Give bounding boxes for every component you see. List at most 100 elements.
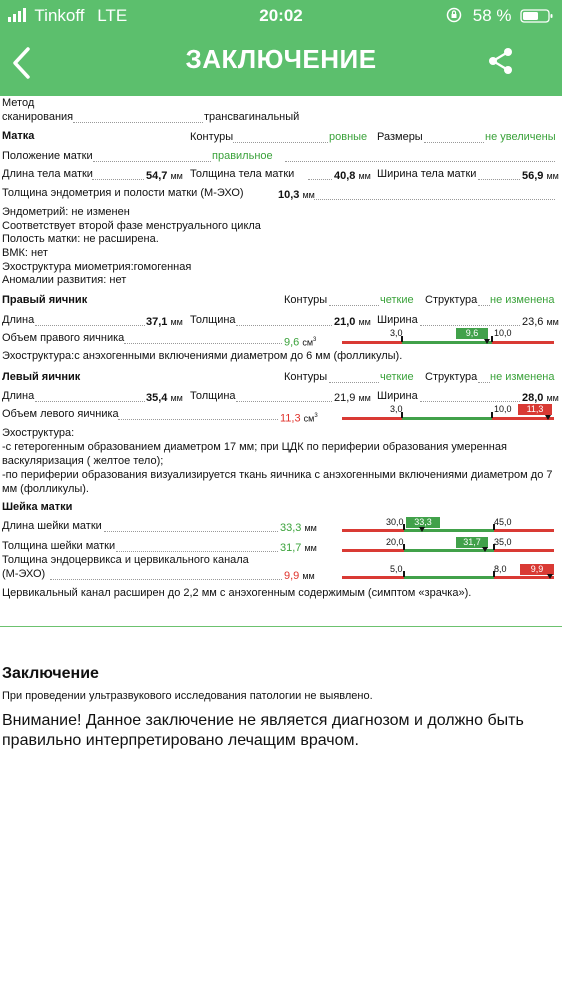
scale-min-tick	[403, 571, 405, 577]
right-ovary-structure-label: Структура	[425, 294, 478, 306]
left-ovary-echo: Эхоструктура:	[2, 427, 75, 439]
scale-marker	[484, 339, 490, 344]
uterus-position-value: правильное	[212, 150, 273, 162]
dotted-leader	[233, 142, 328, 143]
uterus-note: Полость матки: не расширена.	[2, 233, 159, 245]
cervix-note: Цервикальный канал расширен до 2,2 мм с …	[2, 587, 472, 599]
unit: мм	[358, 393, 371, 403]
scale-high-segment	[492, 341, 554, 344]
right-ovary-volume-label: Объем правого яичника	[2, 332, 125, 344]
scale-max-label: 10,0	[494, 328, 512, 338]
dotted-leader	[329, 382, 379, 383]
unit: мм	[304, 543, 317, 553]
dotted-leader	[285, 161, 555, 162]
uterus-thickness-label: Толщина тела матки	[190, 168, 295, 180]
scale-max-label: 35,0	[494, 537, 512, 547]
cervix-thickness-value: 31,7	[280, 542, 302, 554]
scale-normal-segment	[404, 576, 494, 579]
cervix-title: Шейка матки	[2, 501, 73, 513]
left-ovary-echo: -с гетерогенным образованием диаметром 1…	[2, 441, 507, 453]
right-ovary-structure-value: не изменена	[490, 294, 555, 306]
scale-high-segment	[494, 549, 554, 552]
scale-marker	[419, 527, 425, 532]
dotted-leader	[478, 382, 490, 383]
scale-min-label: 30,0	[386, 517, 404, 527]
conclusion-text: При проведении ультразвукового исследова…	[2, 690, 373, 702]
right-ovary-contours-value: четкие	[380, 294, 414, 306]
endometrium-label: Толщина эндометрия и полости матки (М-ЭХ…	[2, 187, 244, 199]
left-ovary-width-label: Ширина	[377, 390, 418, 402]
right-ovary-volume-value: 9,6	[284, 336, 300, 349]
uterus-note: Аномалии развития: нет	[2, 274, 127, 286]
right-ovary-length-value: 37,1	[146, 316, 168, 328]
left-ovary-length-label: Длина	[2, 390, 35, 402]
uterus-length-label: Длина тела матки	[2, 168, 93, 180]
dotted-leader	[420, 401, 520, 402]
scale-normal-segment	[404, 529, 494, 532]
uterus-contours-label: Контуры	[190, 131, 234, 143]
right-ovary-width-value: 23,6	[522, 316, 544, 328]
unit: см	[303, 413, 315, 424]
unit: мм	[546, 171, 559, 181]
unit: мм	[302, 190, 315, 200]
uterus-note: Эндометрий: не изменен	[2, 206, 130, 218]
left-ovary-width-value: 28,0	[522, 392, 544, 404]
uterus-note: Соответствует второй фазе менструального…	[2, 220, 261, 232]
scale-min-label: 3,0	[390, 404, 403, 414]
scale-low-segment	[342, 529, 404, 532]
left-ovary-volume-value: 11,3	[280, 412, 301, 425]
uterus-size-value: не увеличены	[485, 131, 556, 143]
method-label-2: сканирования	[2, 111, 74, 123]
unit: мм	[358, 317, 371, 327]
battery-percent: 58 %	[472, 6, 512, 25]
cervix-endo-label: Толщина эндоцервикса и цервикального кан…	[2, 554, 249, 566]
cervix-thickness-label: Толщина шейки матки	[2, 540, 116, 552]
unit: мм	[546, 393, 559, 403]
left-ovary-contours-value: четкие	[380, 371, 414, 383]
dotted-leader	[93, 161, 211, 162]
status-right: 58 %	[446, 6, 554, 26]
left-ovary-contours-label: Контуры	[284, 371, 328, 383]
uterus-title: Матка	[2, 130, 35, 142]
scale-marker	[482, 547, 488, 552]
cervix-length-label: Длина шейки матки	[2, 520, 102, 532]
left-ovary-echo: мм (фолликулы).	[2, 483, 89, 495]
uterus-note: ВМК: нет	[2, 247, 48, 259]
right-ovary-thickness-label: Толщина	[190, 314, 236, 326]
dotted-leader	[50, 579, 282, 580]
scale-normal-segment	[402, 417, 492, 420]
dotted-leader	[236, 325, 332, 326]
endometrium-value: 10,3	[278, 189, 300, 201]
uterus-contours-value: ровные	[329, 131, 368, 143]
unit: мм	[170, 317, 183, 327]
share-icon[interactable]	[488, 47, 514, 75]
right-ovary-width-label: Ширина	[377, 314, 418, 326]
uterus-length-value: 54,7	[146, 170, 168, 182]
left-ovary-volume-label: Объем левого яичника	[2, 408, 119, 420]
dotted-leader	[92, 179, 144, 180]
uterus-size-label: Размеры	[377, 131, 423, 143]
dotted-leader	[314, 199, 555, 200]
dotted-leader	[420, 325, 520, 326]
unit: мм	[170, 171, 183, 181]
scale-max-tick	[491, 412, 493, 418]
orientation-lock-icon	[446, 7, 462, 23]
section-divider	[0, 626, 562, 627]
scale-value-badge: 11,3	[518, 404, 552, 415]
dotted-leader	[35, 325, 145, 326]
scale-high-segment	[494, 529, 554, 532]
dotted-leader	[424, 142, 484, 143]
left-ovary-structure-label: Структура	[425, 371, 478, 383]
scale-high-segment	[494, 576, 554, 579]
method-value: трансвагинальный	[204, 111, 300, 123]
dotted-leader	[308, 179, 332, 180]
dotted-leader	[478, 179, 520, 180]
scale-max-label: 10,0	[494, 404, 512, 414]
dotted-leader	[104, 531, 278, 532]
scale-max-label: 45,0	[494, 517, 512, 527]
left-ovary-structure-value: не изменена	[490, 371, 555, 383]
app-header: Tinkoff LTE 20:02 58 % ЗАКЛЮЧЕНИЕ	[0, 0, 562, 96]
scale-min-label: 5,0	[390, 564, 403, 574]
left-ovary-thickness-value: 21,9	[334, 392, 356, 404]
unit: мм	[546, 317, 559, 327]
